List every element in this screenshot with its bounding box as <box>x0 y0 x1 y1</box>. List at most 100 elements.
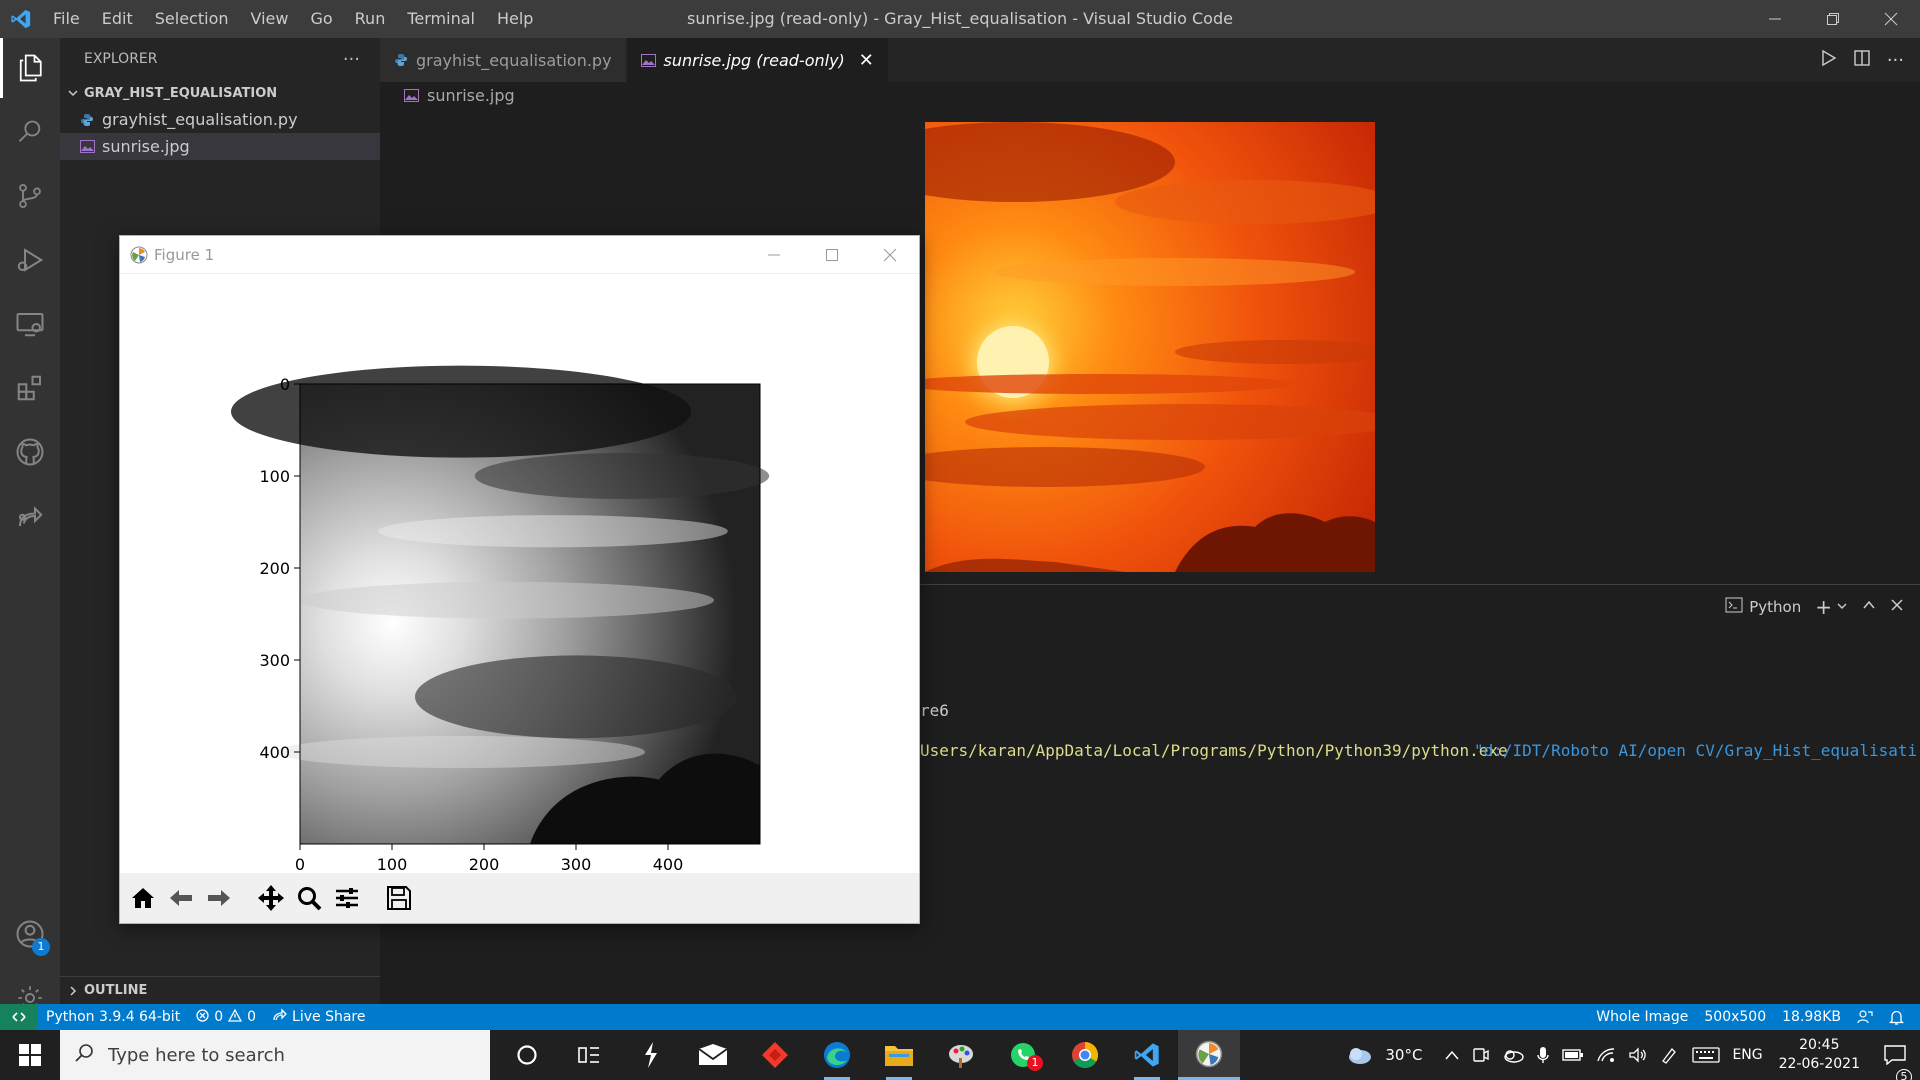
problems-status[interactable]: 0 0 <box>188 1008 264 1026</box>
weather-cloud-icon[interactable] <box>1339 1045 1379 1065</box>
close-panel-icon[interactable] <box>1890 598 1904 616</box>
x-tick-label: 400 <box>653 855 684 874</box>
taskbar-search-input[interactable]: Type here to search <box>60 1030 490 1080</box>
run-file-icon[interactable] <box>1819 49 1837 71</box>
edge-browser-icon[interactable] <box>806 1030 868 1080</box>
volume-icon[interactable] <box>1622 1047 1654 1063</box>
action-center-icon[interactable]: 5 <box>1870 1045 1920 1080</box>
menu-help[interactable]: Help <box>486 0 544 38</box>
python-interpreter-status[interactable]: Python 3.9.4 64-bit <box>38 1009 188 1025</box>
forward-arrow-icon[interactable] <box>200 879 238 917</box>
file-explorer-icon[interactable] <box>868 1030 930 1080</box>
menu-terminal[interactable]: Terminal <box>396 0 486 38</box>
outline-section[interactable]: OUTLINE <box>60 976 380 1004</box>
matplotlib-logo-icon <box>130 246 148 264</box>
windows-start-icon[interactable] <box>0 1030 60 1080</box>
paint-app-icon[interactable] <box>930 1030 992 1080</box>
zoom-mode-status[interactable]: Whole Image <box>1588 1009 1696 1025</box>
menu-file[interactable]: File <box>42 0 91 38</box>
zoom-icon[interactable] <box>290 879 328 917</box>
breadcrumb-file[interactable]: sunrise.jpg <box>427 86 515 105</box>
chevron-down-icon[interactable] <box>1836 598 1848 616</box>
task-view-icon[interactable] <box>558 1030 620 1080</box>
minimize-button[interactable] <box>1746 0 1804 38</box>
github-icon[interactable] <box>0 422 60 482</box>
onedrive-icon[interactable] <box>1496 1047 1530 1063</box>
microphone-icon[interactable] <box>1530 1046 1556 1064</box>
mail-icon[interactable] <box>682 1030 744 1080</box>
menu-selection[interactable]: Selection <box>144 0 240 38</box>
terminal-line-2: Users/karan/AppData/Local/Programs/Pytho… <box>920 741 1508 760</box>
figure-minimize-button[interactable] <box>745 236 803 274</box>
configure-subplots-icon[interactable] <box>328 879 366 917</box>
figure-close-button[interactable] <box>861 236 919 274</box>
tab-sunrise-jpg[interactable]: sunrise.jpg (read-only) ✕ <box>626 38 889 82</box>
maximize-panel-icon[interactable] <box>1862 598 1876 616</box>
error-count: 0 <box>214 1009 224 1025</box>
error-icon <box>196 1008 209 1026</box>
app-bolt-icon[interactable] <box>620 1030 682 1080</box>
grayscale-image <box>231 365 770 845</box>
wifi-icon[interactable] <box>1590 1047 1622 1063</box>
x-tick-label: 100 <box>377 855 408 874</box>
remote-explorer-icon[interactable] <box>0 294 60 354</box>
back-arrow-icon[interactable] <box>162 879 200 917</box>
feedback-icon[interactable] <box>1849 1009 1881 1025</box>
restore-button[interactable] <box>1804 0 1862 38</box>
clock-date: 22-06-2021 <box>1778 1056 1860 1072</box>
save-figure-icon[interactable] <box>380 879 418 917</box>
x-tick-label: 0 <box>295 855 305 874</box>
file-name: sunrise.jpg <box>102 137 190 156</box>
folder-gray-hist-equalisation[interactable]: GRAY_HIST_EQUALISATION <box>60 80 380 106</box>
pan-icon[interactable] <box>252 879 290 917</box>
run-debug-icon[interactable] <box>0 230 60 290</box>
status-bar: Python 3.9.4 64-bit 0 0 Live Share Whole… <box>0 1004 1920 1030</box>
tab-grayhist-py[interactable]: grayhist_equalisation.py <box>380 38 627 82</box>
file-item-sunrise-jpg[interactable]: sunrise.jpg <box>60 133 380 160</box>
battery-icon[interactable] <box>1556 1048 1590 1062</box>
matplotlib-taskbar-icon[interactable] <box>1178 1030 1240 1080</box>
explorer-icon[interactable] <box>0 38 60 98</box>
more-actions-button[interactable]: ··· <box>343 49 360 70</box>
source-control-icon[interactable] <box>0 166 60 226</box>
close-window-button[interactable] <box>1862 0 1920 38</box>
terminal-selector[interactable]: Python <box>1749 598 1801 616</box>
image-file-icon <box>80 140 102 153</box>
home-icon[interactable] <box>124 879 162 917</box>
anydesk-icon[interactable] <box>744 1030 806 1080</box>
grayscale-plot[interactable]: 0 100 200 300 400 0 100 200 300 400 <box>120 274 919 874</box>
folder-name: GRAY_HIST_EQUALISATION <box>84 85 278 101</box>
more-editor-actions-icon[interactable]: ··· <box>1887 50 1904 71</box>
vscode-taskbar-icon[interactable] <box>1116 1030 1178 1080</box>
remote-indicator-icon[interactable] <box>0 1004 38 1030</box>
terminal-line-1: re6 <box>920 701 949 720</box>
split-editor-icon[interactable] <box>1853 49 1871 71</box>
figure-toolbar <box>120 873 919 923</box>
title-bar: File Edit Selection View Go Run Terminal… <box>0 0 1920 38</box>
menu-run[interactable]: Run <box>344 0 397 38</box>
figure-maximize-button[interactable] <box>803 236 861 274</box>
accounts-icon[interactable]: 1 <box>0 904 60 964</box>
chevron-up-icon[interactable] <box>1438 1049 1466 1061</box>
menu-edit[interactable]: Edit <box>91 0 144 38</box>
windows-taskbar: Type here to search 1 30°C ENG 20:45 22-… <box>0 1030 1920 1080</box>
close-tab-icon[interactable]: ✕ <box>859 50 874 71</box>
meet-now-icon[interactable] <box>1466 1047 1496 1063</box>
chrome-icon[interactable] <box>1054 1030 1116 1080</box>
extensions-icon[interactable] <box>0 358 60 418</box>
search-icon[interactable] <box>0 102 60 162</box>
weather-temperature[interactable]: 30°C <box>1379 1046 1428 1064</box>
new-terminal-icon[interactable]: + <box>1815 595 1832 619</box>
whatsapp-icon[interactable]: 1 <box>992 1030 1054 1080</box>
live-share-icon[interactable] <box>0 486 60 546</box>
menu-view[interactable]: View <box>240 0 300 38</box>
menu-go[interactable]: Go <box>299 0 343 38</box>
live-share-status[interactable]: Live Share <box>264 1008 373 1026</box>
taskbar-clock[interactable]: 20:45 22-06-2021 <box>1769 1036 1870 1074</box>
file-item-grayhist-py[interactable]: grayhist_equalisation.py <box>60 106 380 133</box>
cortana-icon[interactable] <box>496 1030 558 1080</box>
pen-workspace-icon[interactable] <box>1654 1046 1686 1064</box>
touch-keyboard-icon[interactable] <box>1686 1047 1726 1063</box>
notifications-bell-icon[interactable] <box>1881 1009 1912 1025</box>
input-language[interactable]: ENG <box>1726 1047 1768 1063</box>
